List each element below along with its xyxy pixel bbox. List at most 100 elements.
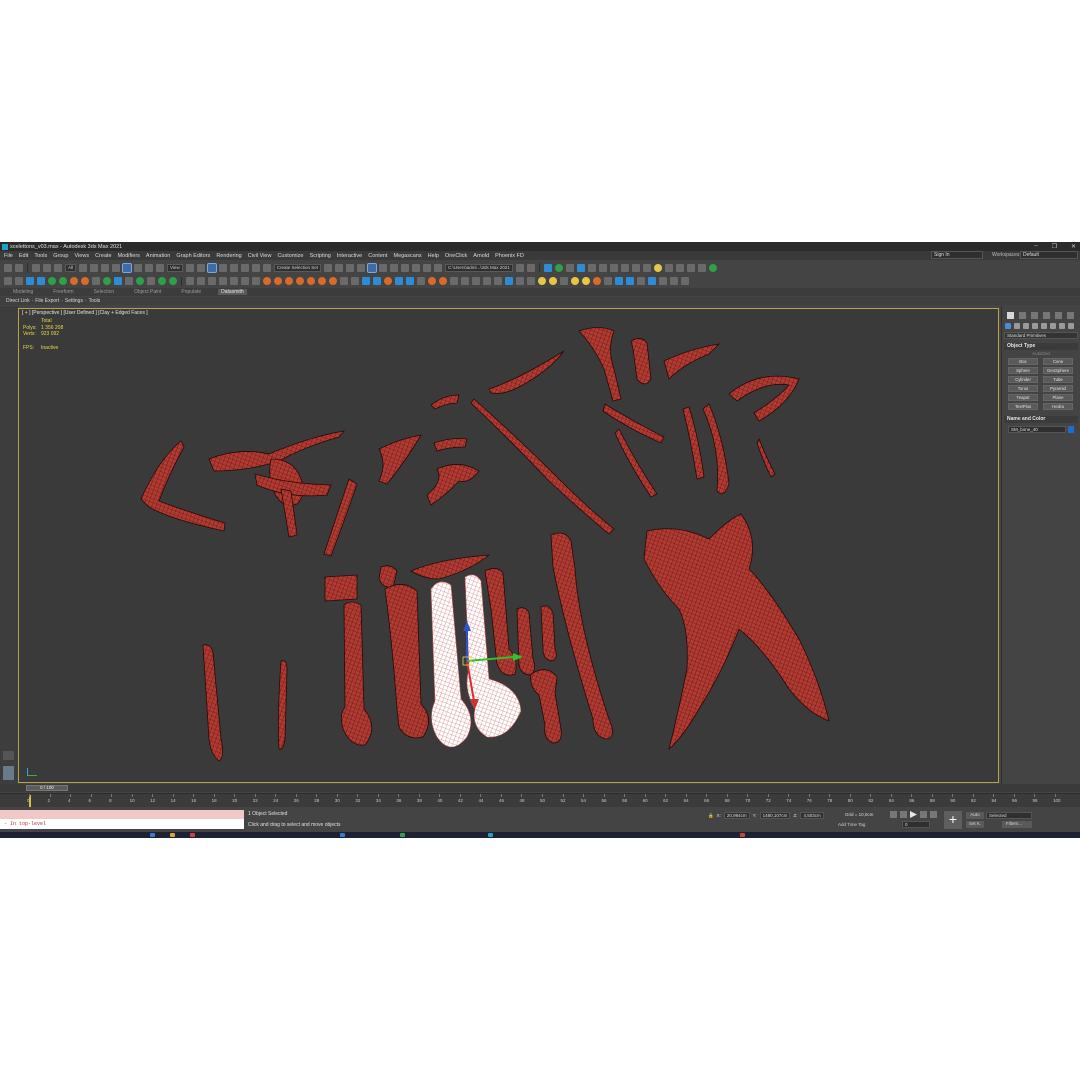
tab-object-paint[interactable]: Object Paint bbox=[131, 289, 164, 295]
tube-button[interactable]: Tube bbox=[1043, 376, 1073, 383]
tab-selection[interactable]: Selection bbox=[91, 289, 118, 295]
curve-editor-icon[interactable] bbox=[378, 263, 387, 272]
record-icon[interactable] bbox=[208, 277, 216, 285]
more-icon[interactable] bbox=[1068, 323, 1074, 329]
object-name-field[interactable]: SM_bone_40 bbox=[1008, 426, 1066, 433]
select-move-icon[interactable] bbox=[122, 262, 133, 273]
pyramid-button[interactable]: Pyramid bbox=[1043, 385, 1073, 392]
select-icon[interactable] bbox=[147, 277, 155, 285]
display-tab-icon[interactable] bbox=[1055, 312, 1062, 319]
select-icon[interactable] bbox=[26, 277, 34, 285]
select-icon[interactable] bbox=[48, 277, 56, 285]
textplus-button[interactable]: TextPlus bbox=[1008, 403, 1038, 410]
hedra-button[interactable]: Hedra bbox=[1043, 403, 1073, 410]
sun-icon[interactable] bbox=[538, 277, 546, 285]
modifier-icon[interactable] bbox=[516, 277, 524, 285]
render-setup-icon[interactable] bbox=[411, 263, 420, 272]
play-icon[interactable] bbox=[186, 277, 194, 285]
plugin-tool-icon[interactable] bbox=[609, 263, 618, 272]
select-icon[interactable] bbox=[70, 277, 78, 285]
menu-megascans[interactable]: Megascans bbox=[393, 253, 421, 259]
utilities-tab-icon[interactable] bbox=[1067, 312, 1074, 319]
deformer-icon[interactable] bbox=[329, 277, 337, 285]
key-filter-dropdown[interactable]: Selected bbox=[986, 812, 1032, 819]
helpers-icon[interactable] bbox=[1041, 323, 1047, 329]
menu-group[interactable]: Group bbox=[53, 253, 68, 259]
modifier-icon[interactable] bbox=[637, 277, 645, 285]
select-icon[interactable] bbox=[241, 277, 249, 285]
light-icon[interactable] bbox=[653, 263, 662, 272]
modifier-icon[interactable] bbox=[505, 277, 513, 285]
select-rotate-icon[interactable] bbox=[134, 263, 143, 272]
maxscript-listener[interactable]: - In top-level bbox=[0, 810, 244, 830]
window-crossing-icon[interactable] bbox=[112, 263, 121, 272]
select-manipulate-icon[interactable] bbox=[196, 263, 205, 272]
menu-phoenix-fd[interactable]: Phoenix FD bbox=[495, 253, 524, 259]
create-tab-icon[interactable] bbox=[1007, 312, 1014, 319]
play-icon[interactable] bbox=[910, 811, 917, 818]
plugin-tool-icon[interactable] bbox=[708, 263, 717, 272]
shapes-icon[interactable] bbox=[1014, 323, 1020, 329]
schematic-view-icon[interactable] bbox=[389, 263, 398, 272]
modifier-icon[interactable] bbox=[362, 277, 370, 285]
reference-coordinate-dropdown[interactable]: View bbox=[167, 263, 183, 272]
viewport-layout-tab[interactable] bbox=[3, 766, 14, 780]
cylinder-button[interactable]: Cylinder bbox=[1008, 376, 1038, 383]
time-slider[interactable]: 0 / 100 bbox=[26, 785, 68, 791]
align-icon[interactable] bbox=[334, 263, 343, 272]
select-icon[interactable] bbox=[4, 277, 12, 285]
modifier-icon[interactable] bbox=[604, 277, 612, 285]
taskbar-app-icon[interactable] bbox=[190, 833, 195, 837]
taskbar-app-icon[interactable] bbox=[170, 833, 175, 837]
modifier-icon[interactable] bbox=[384, 277, 392, 285]
geosphere-button[interactable]: GeoSphere bbox=[1043, 367, 1073, 374]
select-icon[interactable] bbox=[92, 277, 100, 285]
modifier-icon[interactable] bbox=[472, 277, 480, 285]
modifier-icon[interactable] bbox=[615, 277, 623, 285]
redo-icon[interactable] bbox=[15, 263, 23, 272]
primitive-type-dropdown[interactable]: Standard Primitives bbox=[1004, 332, 1078, 339]
cameras-icon[interactable] bbox=[1032, 323, 1038, 329]
rendered-frame-window-icon[interactable] bbox=[422, 263, 431, 272]
select-icon[interactable] bbox=[103, 277, 111, 285]
select-icon[interactable] bbox=[219, 277, 227, 285]
modifier-icon[interactable] bbox=[351, 277, 359, 285]
modifier-icon[interactable] bbox=[560, 277, 568, 285]
taskbar-app-icon[interactable] bbox=[150, 833, 155, 837]
modifier-icon[interactable] bbox=[461, 277, 469, 285]
previous-frame-icon[interactable] bbox=[900, 811, 907, 818]
keyboard-shortcut-override-icon[interactable] bbox=[206, 262, 217, 273]
select-icon[interactable] bbox=[37, 277, 45, 285]
toggle-layer-explorer-icon[interactable] bbox=[356, 263, 365, 272]
plugin-tool-icon[interactable] bbox=[554, 263, 563, 272]
plugin-tool-icon[interactable] bbox=[565, 263, 574, 272]
plugin-tool-icon[interactable] bbox=[675, 263, 684, 272]
taskbar-app-icon[interactable] bbox=[340, 833, 345, 837]
next-frame-icon[interactable] bbox=[920, 811, 927, 818]
deformer-icon[interactable] bbox=[318, 277, 326, 285]
select-icon[interactable] bbox=[230, 277, 238, 285]
menu-oneclick[interactable]: OneClick bbox=[445, 253, 467, 259]
menu-views[interactable]: Views bbox=[75, 253, 90, 259]
modifier-icon[interactable] bbox=[417, 277, 425, 285]
object-color-swatch[interactable] bbox=[1068, 426, 1074, 433]
plugin-tool-icon[interactable] bbox=[587, 263, 596, 272]
tab-modeling[interactable]: Modeling bbox=[10, 289, 36, 295]
stop-icon[interactable] bbox=[197, 277, 205, 285]
link-icon[interactable] bbox=[32, 263, 40, 272]
menu-content[interactable]: Content bbox=[368, 253, 387, 259]
menu-rendering[interactable]: Rendering bbox=[216, 253, 241, 259]
modifier-icon[interactable] bbox=[395, 277, 403, 285]
track-bar[interactable]: 0 2 4 6 8 10 12 14 16 18 20 22 24 26 28 30 32 34 36 38 40 42 4… bbox=[0, 793, 1080, 807]
modifier-icon[interactable] bbox=[527, 277, 535, 285]
deformer-icon[interactable] bbox=[263, 277, 271, 285]
selection-filter-dropdown[interactable]: All bbox=[65, 263, 77, 272]
teapot-button[interactable]: Teapot bbox=[1008, 394, 1038, 401]
select-icon[interactable] bbox=[15, 277, 23, 285]
modifier-icon[interactable] bbox=[428, 277, 436, 285]
key-filters-button[interactable]: Filters... bbox=[1002, 821, 1032, 828]
torus-button[interactable]: Torus bbox=[1008, 385, 1038, 392]
plugin-tool-icon[interactable] bbox=[642, 263, 651, 272]
menu-tools[interactable]: Tools bbox=[34, 253, 47, 259]
x-coordinate-field[interactable]: 20,994cm bbox=[723, 812, 750, 819]
